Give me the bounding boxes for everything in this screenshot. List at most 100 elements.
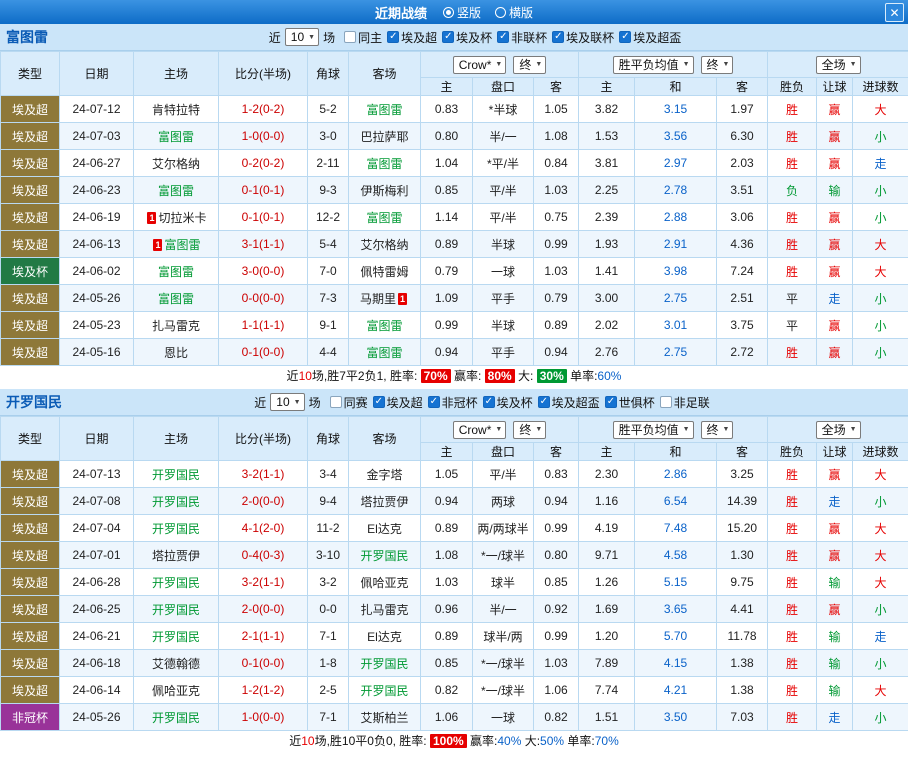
home-team-link[interactable]: 开罗国民 [133,595,219,623]
filter-checkbox-埃及杯[interactable]: 埃及杯 [442,29,492,46]
home-team-link[interactable]: 佩哈亚克 [133,676,219,704]
goals-flag: 小 [852,122,908,150]
odds-home-value: 0.85 [420,649,473,677]
away-team-link[interactable]: 富图雷 [348,311,421,339]
away-team-link[interactable]: 马期里 1 [348,284,421,312]
home-team-link[interactable]: 艾德翰德 [133,649,219,677]
home-team-link[interactable]: 开罗国民 [133,622,219,650]
odds-away-value: 0.92 [532,595,580,623]
filter-checkbox-埃及杯[interactable]: 埃及杯 [482,394,533,411]
match-count-select[interactable]: 10 ▼ [270,393,305,411]
away-team-link[interactable]: 艾尔格纳 [348,230,421,258]
filter-checkbox-世俱杯[interactable]: 世俱杯 [604,394,655,411]
avg-away-value: 1.38 [716,649,769,677]
home-team-link[interactable]: 开罗国民 [133,514,219,542]
odds-state-select[interactable]: 终 ▼ [513,420,547,439]
filter-checkbox-埃及超盃[interactable]: 埃及超盃 [537,394,600,411]
away-team-link[interactable]: 扎马雷克 [348,595,421,623]
away-team-link[interactable]: El达克 [348,622,421,650]
home-team-link[interactable]: 1 富图雷 [133,230,219,258]
away-team-link[interactable]: 富图雷 [348,95,421,123]
team-name-text: 开罗国民 [360,548,409,563]
home-team-link[interactable]: 艾尔格纳 [133,149,219,177]
odds-state-select[interactable]: 终 ▼ [513,55,547,74]
away-team-link[interactable]: 开罗国民 [348,649,421,677]
checkbox-unchecked-icon [329,396,342,408]
home-team-link[interactable]: 富图雷 [133,122,219,150]
away-team-link[interactable]: 开罗国民 [348,676,421,704]
away-team-link[interactable]: 佩特雷姆 [348,257,421,285]
filter-checkbox-埃及超盃[interactable]: 埃及超盃 [619,29,681,46]
away-team-link[interactable]: 富图雷 [348,203,421,231]
filter-checkbox-埃及超[interactable]: 埃及超 [372,394,423,411]
away-team-link[interactable]: 塔拉贾伊 [348,487,421,515]
away-team-link[interactable]: 富图雷 [348,149,421,177]
filter-checkbox-非联杯[interactable]: 非联杯 [497,29,547,46]
scope-select[interactable]: 全场 ▼ [815,55,861,74]
result-flag: 胜 [767,595,818,623]
match-score: 0-1(0-0) [218,338,308,366]
team-name-text: 马期里 [359,291,396,306]
avg-home-value: 1.26 [578,568,636,596]
odds-company-select[interactable]: Crow* ▼ [452,55,507,74]
home-team-link[interactable]: 肯特拉特 [133,95,219,123]
match-count-select[interactable]: 10 ▼ [284,28,320,46]
filter-checkbox-同主[interactable]: 同主 [344,29,382,46]
away-team-link[interactable]: 伊斯梅利 [348,176,421,204]
avg-draw-value: 2.91 [634,230,718,258]
home-team-link[interactable]: 开罗国民 [133,703,219,731]
avg-home-value: 2.39 [578,203,636,231]
away-team-link[interactable]: 巴拉萨耶 [348,122,421,150]
filter-checkbox-埃及联杯[interactable]: 埃及联杯 [552,29,614,46]
radio-vertical-label: 竖版 [456,5,481,20]
team-name-text: 开罗国民 [360,656,409,671]
close-icon[interactable]: ✕ [885,3,904,22]
matches-table: 类型 日期 主场 比分(半场) 角球 客场 Crow* ▼ 终 ▼ 胜平负均值 … [0,51,908,366]
layout-vertical-radio[interactable]: 竖版 [442,4,481,21]
odds-company-select[interactable]: Crow* ▼ [452,420,507,439]
odds-company-value: Crow* [458,422,492,437]
odds-home-value: 0.83 [420,95,473,123]
scope-select[interactable]: 全场 ▼ [815,420,861,439]
avg-state-select[interactable]: 终 ▼ [700,55,734,74]
home-team-link[interactable]: 恩比 [133,338,219,366]
col-header-odds-line: 盘口 [472,442,534,461]
corner-score: 2-11 [307,149,349,177]
home-team-link[interactable]: 开罗国民 [133,568,219,596]
away-team-link[interactable]: 富图雷 [348,338,421,366]
filter-checkbox-label: 同主 [358,30,383,45]
home-team-link[interactable]: 富图雷 [133,176,219,204]
away-team-link[interactable]: 金字塔 [348,460,421,488]
avg-state-select[interactable]: 终 ▼ [700,420,734,439]
home-team-link[interactable]: 富图雷 [133,257,219,285]
filter-checkbox-同赛[interactable]: 同赛 [329,394,368,411]
avg-draw-value: 4.15 [634,649,718,677]
layout-horizontal-radio[interactable]: 横版 [495,4,533,21]
away-team-link[interactable]: 开罗国民 [348,541,421,569]
filter-checkbox-埃及超[interactable]: 埃及超 [387,29,437,46]
avg-odds-select[interactable]: 胜平负均值 ▼ [612,55,694,74]
goals-flag: 小 [852,284,908,312]
avg-home-value: 3.00 [578,284,636,312]
away-team-link[interactable]: El达克 [348,514,421,542]
match-row: 埃及超 24-06-18 艾德翰德 0-1(0-0) 1-8 开罗国民 0.85… [0,649,908,677]
avg-odds-value: 胜平负均值 [618,58,679,72]
home-team-link[interactable]: 富图雷 [133,284,219,312]
home-team-link[interactable]: 1 切拉米卡 [133,203,219,231]
result-flag: 胜 [767,541,818,569]
result-flag: 胜 [767,257,818,285]
away-team-link[interactable]: 佩哈亚克 [348,568,421,596]
filter-checkbox-非足联[interactable]: 非足联 [659,394,710,411]
team-header-row: 富图雷 近 10 ▼ 场 同主 埃及超 埃及杯 非联杯 埃及联杯 埃及超盃 [0,24,908,51]
filter-checkbox-非冠杯[interactable]: 非冠杯 [427,394,478,411]
filter-checkbox-label: 埃及超 [386,395,423,410]
home-team-link[interactable]: 开罗国民 [133,487,219,515]
avg-odds-header: 胜平负均值 ▼ 终 ▼ [578,51,769,78]
away-team-link[interactable]: 艾斯柏兰 [348,703,421,731]
corner-score: 1-8 [307,649,349,677]
home-team-link[interactable]: 塔拉贾伊 [133,541,219,569]
avg-odds-select[interactable]: 胜平负均值 ▼ [612,420,694,439]
home-team-link[interactable]: 开罗国民 [133,460,219,488]
corner-score: 9-1 [307,311,349,339]
home-team-link[interactable]: 扎马雷克 [133,311,219,339]
